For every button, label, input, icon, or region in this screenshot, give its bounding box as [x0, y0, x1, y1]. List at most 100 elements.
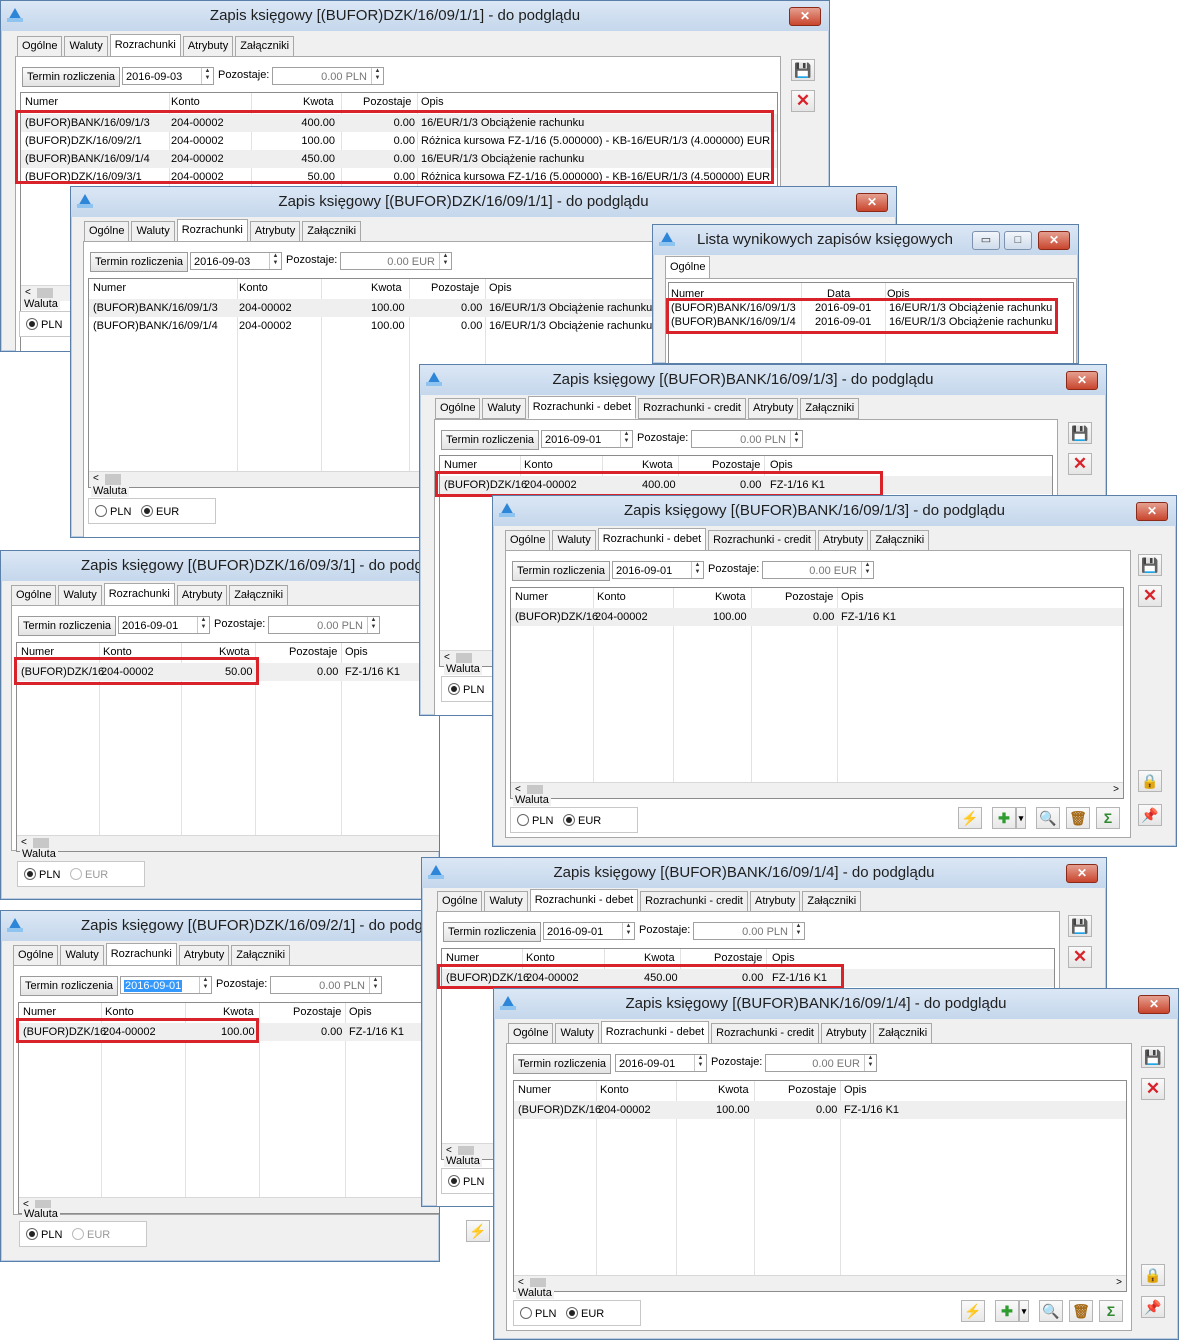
tab-waluty[interactable]: Waluty [482, 398, 526, 419]
header-pozostaje[interactable]: Pozostaje [363, 93, 411, 111]
scroll-left-icon[interactable]: < [25, 287, 31, 298]
save-icon[interactable]: 💾 [1138, 554, 1162, 576]
tab-zalaczniki[interactable]: Załączniki [229, 585, 289, 606]
search-icon[interactable]: 🔍 [1036, 807, 1060, 829]
table-row[interactable]: (BUFOR)DZK/16/09/2/1 204-00002 100.00 0.00 R… [21, 132, 777, 150]
header-kwota[interactable]: Kwota [644, 949, 675, 967]
waluta-pln-radio[interactable]: PLN [24, 868, 60, 881]
termin-rozliczenia-button[interactable]: Termin rozliczenia [20, 976, 119, 996]
tab-ogolne[interactable]: Ogólne [435, 398, 481, 419]
tab-zalaczniki[interactable]: Załączniki [235, 36, 295, 57]
header-konto[interactable]: Konto [239, 279, 268, 297]
pozostaje-field[interactable]: 0.00 EUR ▲ ▼ [765, 1054, 877, 1072]
tab-waluty[interactable]: Waluty [484, 891, 528, 912]
tab-atrybuty[interactable]: Atrybuty [176, 585, 228, 606]
sum-icon[interactable]: Σ [1096, 807, 1120, 829]
horizontal-scrollbar[interactable]: < [19, 1197, 439, 1213]
header-konto[interactable]: Konto [597, 588, 626, 606]
header-kwota[interactable]: Kwota [219, 643, 250, 661]
waluta-eur-radio[interactable]: EUR [566, 1307, 604, 1320]
tab-ogolne[interactable]: Ogólne [11, 585, 57, 606]
close-window-button[interactable]: ✕ [1066, 864, 1098, 883]
tab-atrybuty[interactable]: Atrybuty [749, 891, 801, 912]
tab-atrybuty[interactable]: Atrybuty [249, 221, 301, 242]
waluta-pln-radio[interactable]: PLN [26, 1228, 62, 1241]
tab-rozrachunki-credit[interactable]: Rozrachunki - credit [708, 530, 816, 551]
header-kwota[interactable]: Kwota [642, 456, 673, 474]
header-kwota[interactable]: Kwota [371, 279, 402, 297]
tab-rozrachunki-debet[interactable]: Rozrachunki - debet [600, 1021, 710, 1044]
table-row[interactable]: (BUFOR)DZK/16 204-00002 450.00 0.00 FZ-1/16 … [442, 969, 1054, 987]
date-field[interactable]: 2016-09-01 ▲ ▼ [543, 922, 635, 940]
header-konto[interactable]: Konto [103, 643, 132, 661]
tab-atrybuty[interactable]: Atrybuty [178, 945, 230, 966]
waluta-eur-radio[interactable]: EUR [70, 868, 108, 881]
pozostaje-field[interactable]: 0.00 PLN ▲ ▼ [691, 430, 803, 448]
pozostaje-field[interactable]: 0.00 PLN ▲ ▼ [693, 922, 805, 940]
lightning-icon[interactable]: ⚡ [466, 1220, 490, 1242]
waluta-pln-radio[interactable]: PLN [520, 1307, 556, 1320]
tab-zalaczniki[interactable]: Załączniki [802, 891, 862, 912]
tab-waluty[interactable]: Waluty [64, 36, 108, 57]
close-red-icon[interactable]: ✕ [1138, 585, 1162, 607]
add-dropdown-icon[interactable]: ▾ [1016, 807, 1026, 829]
tab-atrybuty[interactable]: Atrybuty [747, 398, 799, 419]
header-konto[interactable]: Konto [171, 93, 200, 111]
waluta-pln-radio[interactable]: PLN [95, 505, 131, 518]
table-row[interactable]: (BUFOR)BANK/16/09/1/4 204-00002 450.00 0.00… [21, 150, 777, 168]
date-field[interactable]: 2016-09-01 ▲ ▼ [118, 616, 210, 634]
tab-rozrachunki[interactable]: Rozrachunki [105, 943, 177, 966]
tab-zalaczniki[interactable]: Załączniki [231, 945, 291, 966]
save-icon[interactable]: 💾 [1068, 915, 1092, 937]
header-opis[interactable]: Opis [844, 1081, 867, 1099]
scroll-left-icon[interactable]: < [93, 473, 99, 484]
tab-rozrachunki[interactable]: Rozrachunki [176, 219, 248, 242]
header-konto[interactable]: Konto [600, 1081, 629, 1099]
add-icon[interactable]: ✚ [995, 1300, 1019, 1322]
header-pozostaje[interactable]: Pozostaje [714, 949, 762, 967]
lock-icon[interactable]: 🔒 [1141, 1264, 1165, 1286]
tab-rozrachunki-credit[interactable]: Rozrachunki - credit [711, 1023, 819, 1044]
tab-ogolne[interactable]: Ogólne [665, 256, 711, 279]
waluta-pln-radio[interactable]: PLN [448, 1175, 484, 1188]
table-row[interactable]: (BUFOR)DZK/16 204-00002 400.00 0.00 FZ-1/16 … [440, 476, 1052, 494]
close-red-icon[interactable]: ✕ [1068, 946, 1092, 968]
pin-icon[interactable]: 📌 [1138, 804, 1162, 826]
tab-rozrachunki-credit[interactable]: Rozrachunki - credit [640, 891, 748, 912]
save-icon[interactable]: 💾 [1141, 1046, 1165, 1068]
pozostaje-field[interactable]: 0.00 EUR ▲ ▼ [762, 561, 874, 579]
header-pozostaje[interactable]: Pozostaje [785, 588, 833, 606]
close-window-button[interactable]: ✕ [1138, 995, 1170, 1014]
tab-zalaczniki[interactable]: Załączniki [302, 221, 362, 242]
scroll-thumb[interactable] [105, 474, 121, 485]
date-field[interactable]: 2016-09-01 ▲ ▼ [541, 430, 633, 448]
waluta-eur-radio[interactable]: EUR [563, 814, 601, 827]
scroll-left-icon[interactable]: < [21, 837, 27, 848]
lightning-icon[interactable]: ⚡ [958, 807, 982, 829]
save-icon[interactable]: 💾 [791, 59, 815, 81]
tab-rozrachunki-debet[interactable]: Rozrachunki - debet [597, 528, 707, 551]
horizontal-scrollbar[interactable]: < > [514, 1275, 1126, 1291]
header-konto[interactable]: Konto [105, 1003, 134, 1021]
header-opis[interactable]: Opis [349, 1003, 372, 1021]
search-icon[interactable]: 🔍 [1039, 1300, 1063, 1322]
close-window-button[interactable]: ✕ [856, 193, 888, 212]
header-kwota[interactable]: Kwota [715, 588, 746, 606]
pozostaje-field[interactable]: 0.00 EUR ▲ ▼ [340, 252, 452, 270]
termin-rozliczenia-button[interactable]: Termin rozliczenia [513, 1054, 612, 1074]
tab-waluty[interactable]: Waluty [555, 1023, 599, 1044]
table-row[interactable]: (BUFOR)DZK/16 204-00002 50.00 0.00 FZ-1/16 K… [17, 663, 439, 681]
tab-waluty[interactable]: Waluty [552, 530, 596, 551]
tab-rozrachunki-credit[interactable]: Rozrachunki - credit [638, 398, 746, 419]
tab-waluty[interactable]: Waluty [58, 585, 102, 606]
close-window-button[interactable]: ✕ [1066, 371, 1098, 390]
scroll-right-icon[interactable]: > [1116, 1277, 1122, 1288]
tab-waluty[interactable]: Waluty [131, 221, 175, 242]
header-pozostaje[interactable]: Pozostaje [289, 643, 337, 661]
tab-zalaczniki[interactable]: Załączniki [870, 530, 930, 551]
header-numer[interactable]: Numer [446, 949, 479, 967]
minimize-button[interactable]: ▭ [972, 231, 1000, 250]
header-pozostaje[interactable]: Pozostaje [788, 1081, 836, 1099]
header-opis[interactable]: Opis [421, 93, 444, 111]
close-red-icon[interactable]: ✕ [791, 90, 815, 112]
